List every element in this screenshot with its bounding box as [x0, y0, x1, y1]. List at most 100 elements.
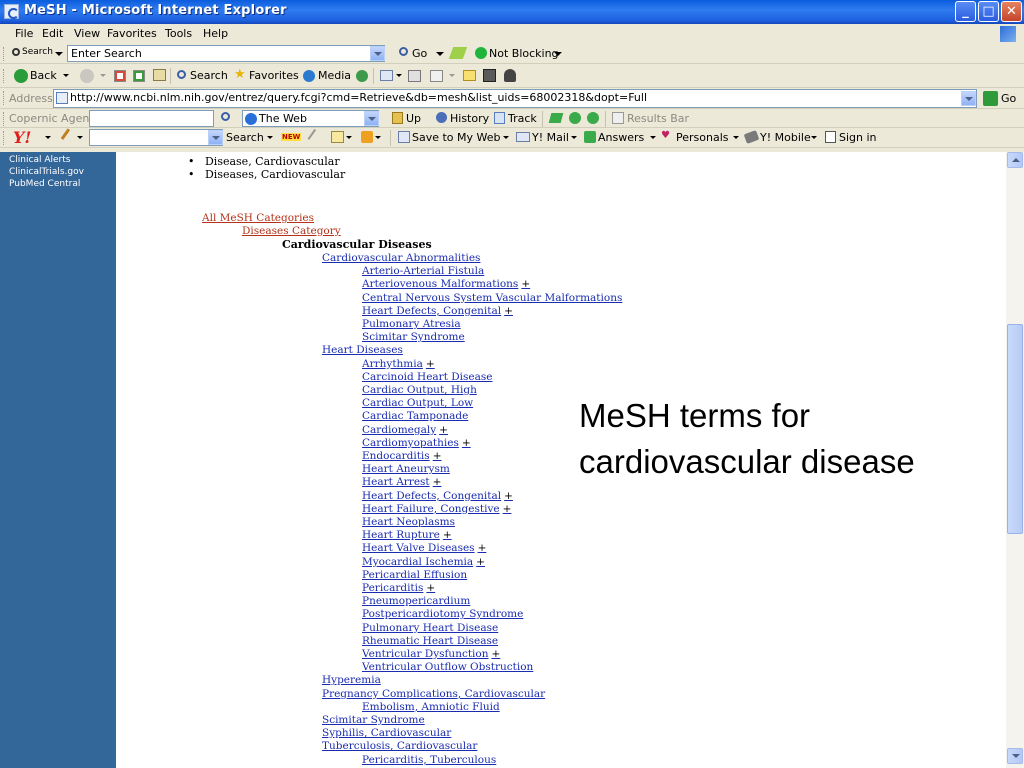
expand-marker[interactable]: + [426, 582, 435, 594]
tree-item[interactable]: Heart Defects, Congenital + [362, 490, 513, 502]
expand-marker[interactable]: + [504, 305, 513, 317]
address-input[interactable]: http://www.ncbi.nlm.nih.gov/entrez/query… [53, 89, 977, 108]
copernic-search-icon[interactable] [221, 112, 230, 121]
highlighter-icon[interactable] [448, 47, 468, 59]
tree-item[interactable]: Cardiomyopathies + [362, 437, 471, 449]
expand-marker[interactable]: + [439, 424, 448, 436]
menu-view[interactable]: View [74, 27, 100, 40]
expand-marker[interactable]: + [462, 437, 471, 449]
expand-marker[interactable]: + [478, 542, 487, 554]
menu-edit[interactable]: Edit [42, 27, 63, 40]
tree-item[interactable]: Cardiomegaly + [362, 424, 448, 436]
chevron-down-icon[interactable] [375, 136, 381, 139]
expand-marker[interactable]: + [503, 503, 512, 515]
copernic-scope-select[interactable]: The Web [242, 110, 379, 127]
tree-item[interactable]: Cardiac Output, Low [362, 397, 473, 409]
minimize-button[interactable]: _ [955, 1, 976, 22]
yahoo-search-dropdown[interactable] [208, 130, 223, 145]
tree-item[interactable]: Ventricular Dysfunction + [362, 648, 500, 660]
history-icon[interactable] [356, 70, 368, 82]
tree-item[interactable]: Pericarditis, Tuberculous [362, 754, 496, 766]
tree-item[interactable]: Pericardial Effusion [362, 569, 467, 581]
yahoo-search-input[interactable] [89, 129, 223, 146]
tree-item[interactable]: Tuberculosis, Cardiovascular [322, 740, 477, 752]
tree-item[interactable]: Ventricular Outflow Obstruction [362, 661, 533, 673]
tree-root-link[interactable]: All MeSH Categories [202, 212, 314, 224]
tree-item[interactable]: Carcinoid Heart Disease [362, 371, 493, 383]
expand-marker[interactable]: + [433, 450, 442, 462]
expand-marker[interactable]: + [433, 476, 442, 488]
save-to-my-web-button[interactable]: Save to My Web [412, 131, 501, 144]
tree-item[interactable]: Scimitar Syndrome [322, 714, 425, 726]
search-go-button[interactable]: Go [412, 47, 427, 60]
popup-blocker-status[interactable]: Not Blocking [489, 47, 559, 60]
search-input[interactable]: Enter Search [67, 45, 385, 62]
chevron-down-icon[interactable] [63, 74, 69, 77]
edit-page-icon[interactable] [430, 70, 443, 82]
previous-icon[interactable] [569, 112, 581, 124]
highlight-icon[interactable] [548, 113, 564, 123]
tree-item[interactable]: Central Nervous System Vascular Malforma… [362, 292, 622, 304]
tree-item[interactable]: Pregnancy Complications, Cardiovascular [322, 688, 545, 700]
forward-arrow-icon[interactable] [80, 69, 94, 83]
sign-in-button[interactable]: Sign in [839, 131, 877, 144]
copernic-search-input[interactable] [89, 110, 214, 127]
chevron-down-icon[interactable] [55, 52, 63, 56]
yahoo-search-button[interactable]: Search [226, 131, 264, 144]
menu-help[interactable]: Help [203, 27, 228, 40]
tree-item[interactable]: Syphilis, Cardiovascular [322, 727, 451, 739]
search-label[interactable]: Search [22, 47, 53, 57]
maximize-button[interactable]: □ [978, 1, 999, 22]
tree-item[interactable]: Rheumatic Heart Disease [362, 635, 498, 647]
tree-item[interactable]: Hyperemia [322, 674, 381, 686]
menu-file[interactable]: File [15, 27, 33, 40]
expand-marker[interactable]: + [426, 358, 435, 370]
next-icon[interactable] [587, 112, 599, 124]
yahoo-mail-button[interactable]: Y! Mail [532, 131, 569, 144]
tree-item[interactable]: Scimitar Syndrome [362, 331, 465, 343]
tree-item[interactable]: Pericarditis + [362, 582, 435, 594]
bookmark-icon[interactable] [331, 131, 344, 143]
expand-marker[interactable]: + [492, 648, 501, 660]
sidebar-link-clinical-alerts[interactable]: Clinical Alerts [9, 155, 70, 165]
tree-item[interactable]: Arrhythmia + [362, 358, 435, 370]
chevron-down-icon[interactable] [396, 74, 402, 77]
tree-item[interactable]: Heart Aneurysm [362, 463, 450, 475]
discuss-icon[interactable] [463, 70, 476, 81]
scroll-down-button[interactable] [1007, 748, 1023, 764]
vertical-scrollbar[interactable] [1006, 152, 1024, 768]
tree-item[interactable]: Heart Neoplasms [362, 516, 455, 528]
menu-tools[interactable]: Tools [165, 27, 192, 40]
refresh-icon[interactable] [133, 70, 145, 82]
tree-item[interactable]: Arterio-Arterial Fistula [362, 265, 484, 277]
tree-item[interactable]: Pulmonary Heart Disease [362, 622, 498, 634]
pulse-icon[interactable] [361, 131, 373, 143]
tree-item[interactable]: Endocarditis + [362, 450, 442, 462]
chevron-down-icon[interactable] [100, 74, 106, 77]
tree-item[interactable]: Heart Defects, Congenital + [362, 305, 513, 317]
yahoo-logo[interactable]: Y! [13, 128, 31, 147]
stop-icon[interactable] [114, 70, 126, 82]
copernic-results-bar-button[interactable]: Results Bar [627, 112, 689, 125]
close-button[interactable]: ✕ [1001, 1, 1022, 22]
chevron-down-icon[interactable] [346, 136, 352, 139]
sidebar-link-pubmed-central[interactable]: PubMed Central [9, 179, 80, 189]
tree-item[interactable]: Embolism, Amniotic Fluid [362, 701, 500, 713]
chevron-down-icon[interactable] [77, 136, 83, 139]
favorites-button[interactable]: Favorites [249, 69, 299, 82]
tree-item[interactable]: Heart Rupture + [362, 529, 452, 541]
research-icon[interactable] [483, 69, 496, 82]
tree-item[interactable]: Heart Valve Diseases + [362, 542, 486, 554]
expand-marker[interactable]: + [504, 490, 513, 502]
search-dropdown[interactable] [370, 46, 385, 61]
personals-button[interactable]: Personals [676, 131, 729, 144]
chevron-down-icon[interactable] [571, 136, 577, 139]
tree-item[interactable]: Pneumopericardium [362, 595, 470, 607]
scroll-thumb[interactable] [1007, 324, 1023, 534]
scroll-up-button[interactable] [1007, 152, 1023, 168]
chevron-down-icon[interactable] [45, 136, 51, 139]
title-bar[interactable]: MeSH - Microsoft Internet Explorer _ □ ✕ [0, 0, 1024, 24]
tree-item[interactable]: Myocardial Ischemia + [362, 556, 485, 568]
address-go-button[interactable]: Go [1001, 92, 1016, 105]
copernic-history-button[interactable]: History [450, 112, 489, 125]
